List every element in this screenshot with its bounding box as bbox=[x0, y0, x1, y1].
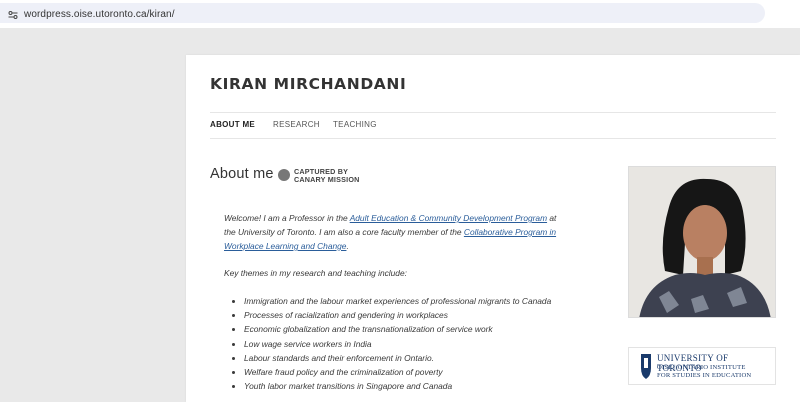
adult-education-program-link[interactable]: Adult Education & Community Development … bbox=[350, 213, 547, 223]
list-item: Immigration and the labour market experi… bbox=[244, 294, 566, 308]
intro-paragraph: Welcome! I am a Professor in the Adult E… bbox=[224, 211, 566, 253]
browser-address-bar: wordpress.oise.utoronto.ca/kiran/ bbox=[0, 0, 800, 28]
list-item: Welfare fraud policy and the criminaliza… bbox=[244, 365, 566, 379]
page-heading: About me bbox=[210, 166, 274, 182]
nav-divider bbox=[210, 138, 776, 139]
badge-text: CAPTURED BY CANARY MISSION bbox=[294, 168, 384, 184]
badge-line-2: CANARY MISSION bbox=[294, 175, 360, 184]
list-item: Youth labor market transitions in Singap… bbox=[244, 379, 566, 393]
url-text[interactable]: wordpress.oise.utoronto.ca/kiran/ bbox=[24, 9, 175, 20]
portrait-image bbox=[629, 167, 775, 317]
list-item: Economic globalization and the transnati… bbox=[244, 322, 566, 336]
list-item: Labour standards and their enforcement i… bbox=[244, 351, 566, 365]
intro-text-1: Welcome! I am a Professor in the bbox=[224, 213, 350, 223]
uoft-oise-logo[interactable]: UNIVERSITY OF TORONTO OISE | ONTARIO INS… bbox=[628, 347, 776, 385]
crest-icon bbox=[641, 354, 651, 379]
site-title[interactable]: KIRAN MIRCHANDANI bbox=[210, 75, 406, 93]
intro-text-3: . bbox=[346, 241, 349, 251]
page-content: Welcome! I am a Professor in the Adult E… bbox=[224, 211, 566, 393]
logo-line-2: OISE | ONTARIO INSTITUTE bbox=[657, 364, 746, 371]
nav-research[interactable]: RESEARCH bbox=[273, 120, 320, 129]
nav-teaching[interactable]: TEACHING bbox=[333, 120, 377, 129]
list-item: Processes of racialization and gendering… bbox=[244, 308, 566, 322]
canary-icon bbox=[278, 169, 290, 181]
url-field[interactable]: wordpress.oise.utoronto.ca/kiran/ bbox=[0, 3, 765, 23]
logo-line-3: FOR STUDIES IN EDUCATION bbox=[657, 372, 752, 379]
themes-intro: Key themes in my research and teaching i… bbox=[224, 268, 407, 278]
themes-list: Immigration and the labour market experi… bbox=[224, 294, 566, 393]
list-item: Low wage service workers in India bbox=[244, 337, 566, 351]
page-card: KIRAN MIRCHANDANI ABOUT ME RESEARCH TEAC… bbox=[186, 55, 800, 402]
profile-photo bbox=[628, 166, 776, 318]
nav-about-me[interactable]: ABOUT ME bbox=[210, 120, 255, 129]
site-settings-icon[interactable] bbox=[8, 10, 18, 20]
header-divider bbox=[210, 112, 776, 113]
